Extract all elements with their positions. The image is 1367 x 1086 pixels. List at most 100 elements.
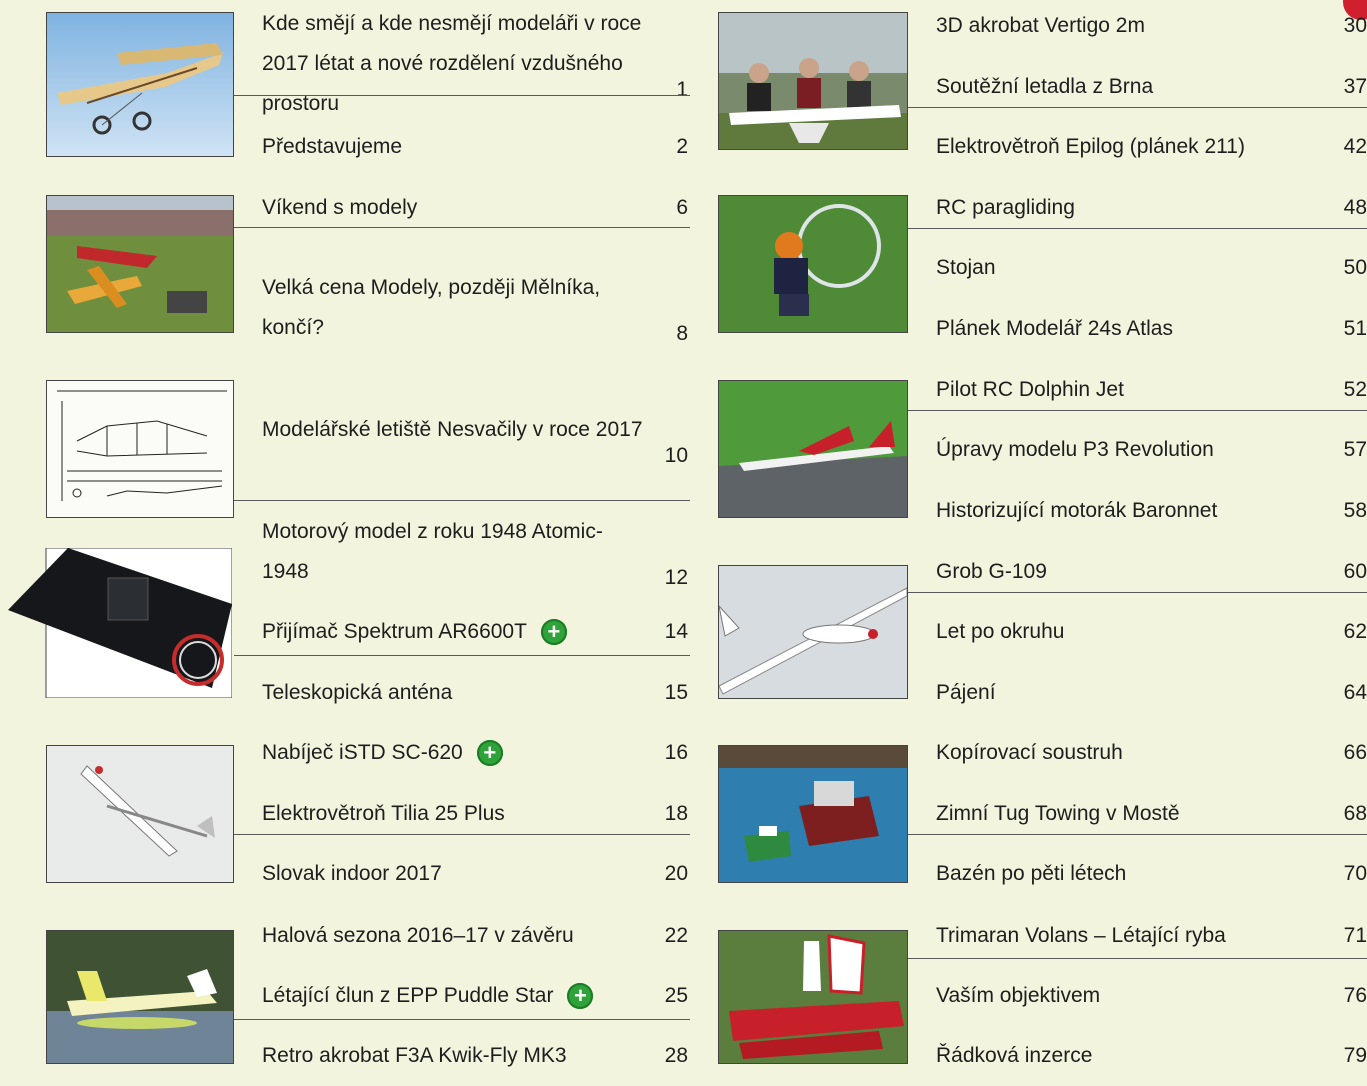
toc-entry[interactable]: Úpravy modelu P3 Revolution 57	[936, 420, 1367, 480]
divider	[234, 227, 690, 228]
toc-entry[interactable]: Modelářské letiště Nesvačily v roce 2017…	[262, 380, 688, 480]
toc-entry[interactable]: Historizující motorák Baronnet 58	[936, 481, 1367, 541]
toc-entry[interactable]: Teleskopická anténa 15	[262, 663, 688, 723]
toc-entry[interactable]: Retro akrobat F3A Kwik-Fly MK3 28	[262, 1026, 688, 1086]
toc-entry-title: Vaším objektivem	[936, 984, 1101, 1007]
toc-entry-title: Stojan	[936, 256, 996, 279]
divider	[908, 958, 1367, 959]
toc-entry-title: Plánek Modelář 24s Atlas	[936, 317, 1173, 340]
toc-entry[interactable]: Slovak indoor 2017 20	[262, 844, 688, 904]
divider	[908, 107, 1367, 108]
toc-entry-title: Pájení	[936, 681, 996, 704]
toc-entry-title: Elektrovětroň Tilia 25 Plus	[262, 802, 505, 825]
toc-entry-title: Kopírovací soustruh	[936, 741, 1123, 764]
toc-entry[interactable]: Halová sezona 2016–17 v závěru 22	[262, 906, 688, 966]
toc-entry-title: Historizující motorák Baronnet	[936, 499, 1218, 522]
toc-entry-page: 22	[664, 924, 688, 947]
toc-entry-title: Bazén po pěti létech	[936, 862, 1127, 885]
toc-entry-title: Nabíječ iSTD SC-620 +	[262, 733, 648, 773]
toc-entry-title: Představujeme	[262, 135, 403, 158]
toc-entry-title: Velká cena Modely, později Mělníka, konč…	[262, 276, 601, 339]
toc-entry-page: 2	[676, 135, 688, 158]
toc-entry[interactable]: Nabíječ iSTD SC-620 + 16	[262, 723, 688, 783]
toc-entry[interactable]: Trimaran Volans – Létající ryba 71	[936, 906, 1367, 966]
photo-spektrum-receiver	[8, 548, 232, 698]
toc-entry[interactable]: Řádková inzerce 79	[936, 1026, 1367, 1086]
toc-entry[interactable]: Bazén po pěti létech 70	[936, 844, 1367, 904]
photo-vintage-monoplane	[46, 12, 234, 157]
toc-entry-title: RC paragliding	[936, 196, 1075, 219]
toc-entry[interactable]: Velká cena Modely, později Mělníka, konč…	[262, 258, 688, 358]
photo-puddle-star	[46, 930, 234, 1064]
toc-entry-title: Přijímač Spektrum AR6600T +	[262, 612, 648, 652]
toc-entry-page: 20	[664, 862, 688, 885]
toc-entry-title: Teleskopická anténa	[262, 681, 453, 704]
toc-entry-title-text: Přijímač Spektrum AR6600T	[262, 620, 527, 643]
toc-entry-page: 76	[1343, 984, 1367, 1007]
toc-entry[interactable]: Plánek Modelář 24s Atlas 51	[936, 299, 1367, 359]
divider	[234, 95, 690, 96]
toc-entry-title: Řádková inzerce	[936, 1044, 1093, 1067]
toc-entry[interactable]: Kopírovací soustruh 66	[936, 723, 1367, 783]
plus-icon: +	[476, 740, 503, 767]
toc-entry-page: 79	[1343, 1044, 1367, 1067]
toc-entry-page: 14	[664, 620, 688, 643]
toc-entry-page: 37	[1343, 75, 1367, 98]
plus-icon: +	[567, 983, 594, 1010]
toc-entry[interactable]: Zimní Tug Towing v Mostě 68	[936, 784, 1367, 844]
toc-entry-title: Úpravy modelu P3 Revolution	[936, 438, 1214, 461]
toc-entry-page: 8	[676, 322, 688, 345]
photo-dolphin-jet	[718, 380, 908, 518]
toc-entry-page: 52	[1343, 378, 1367, 401]
toc-entry-page: 51	[1343, 317, 1367, 340]
toc-entry[interactable]: Představujeme 2	[262, 117, 688, 177]
toc-entry-page: 58	[1343, 499, 1367, 522]
photo-trimaran-volans	[718, 930, 908, 1064]
toc-entry-page: 25	[664, 984, 688, 1007]
toc-entry-title: Kde smějí a kde nesmějí modeláři v roce …	[262, 12, 642, 115]
toc-entry-title: 3D akrobat Vertigo 2m	[936, 14, 1145, 37]
toc-entry-page: 1	[676, 78, 688, 101]
toc-entry-title: Zimní Tug Towing v Mostě	[936, 802, 1180, 825]
toc-entry[interactable]: Elektrovětroň Tilia 25 Plus 18	[262, 784, 688, 844]
toc-entry[interactable]: Let po okruhu 62	[936, 602, 1367, 662]
toc-entry-page: 28	[664, 1044, 688, 1067]
toc-entry-title: Retro akrobat F3A Kwik-Fly MK3	[262, 1044, 567, 1067]
toc-entry-title: Let po okruhu	[936, 620, 1065, 643]
toc-entry[interactable]: Přijímač Spektrum AR6600T + 14	[262, 602, 688, 662]
toc-entry-page: 12	[664, 566, 688, 589]
toc-entry[interactable]: Grob G-109 60	[936, 542, 1367, 602]
toc-entry[interactable]: Kde smějí a kde nesmějí modeláři v roce …	[262, 12, 688, 115]
toc-entry[interactable]: Elektrovětroň Epilog (plánek 211) 42	[936, 117, 1367, 177]
toc-entry[interactable]: Soutěžní letadla z Brna 37	[936, 57, 1367, 117]
plus-icon: +	[540, 619, 567, 646]
toc-entry[interactable]: Víkend s modely 6	[262, 178, 688, 238]
toc-entry-title: Elektrovětroň Epilog (plánek 211)	[936, 135, 1245, 158]
toc-entry-page: 18	[664, 802, 688, 825]
toc-entry-title: Slovak indoor 2017	[262, 862, 442, 885]
toc-entry-page: 71	[1343, 924, 1367, 947]
photo-glider-tilia	[46, 745, 234, 883]
divider	[234, 500, 690, 501]
divider	[908, 228, 1367, 229]
toc-entry[interactable]: Vaším objektivem 76	[936, 966, 1367, 1026]
toc-entry[interactable]: RC paragliding 48	[936, 178, 1367, 238]
toc-entry[interactable]: Pájení 64	[936, 663, 1367, 723]
toc-entry-page: 15	[664, 681, 688, 704]
toc-entry[interactable]: Stojan 50	[936, 238, 1367, 298]
toc-entry-title: Halová sezona 2016–17 v závěru	[262, 924, 574, 947]
toc-entry[interactable]: Pilot RC Dolphin Jet 52	[936, 360, 1367, 420]
toc-entry-title: Trimaran Volans – Létající ryba	[936, 924, 1226, 947]
toc-entry[interactable]: 3D akrobat Vertigo 2m 30	[936, 0, 1367, 56]
photo-grob-g109	[718, 565, 908, 699]
toc-entry[interactable]: Létající člun z EPP Puddle Star + 25	[262, 966, 688, 1026]
toc-entry-page: 70	[1343, 862, 1367, 885]
toc-entry-page: 57	[1343, 438, 1367, 461]
toc-entry[interactable]: Motorový model z roku 1948 Atomic-1948 1…	[262, 502, 688, 602]
toc-entry-page: 30	[1343, 14, 1367, 37]
photo-rc-paraglider	[718, 195, 908, 333]
photo-tug-boats-pool	[718, 745, 908, 883]
toc-entry-title: Soutěžní letadla z Brna	[936, 75, 1154, 98]
toc-entry-title: Motorový model z roku 1948 Atomic-1948	[262, 520, 603, 583]
toc-entry-page: 68	[1343, 802, 1367, 825]
